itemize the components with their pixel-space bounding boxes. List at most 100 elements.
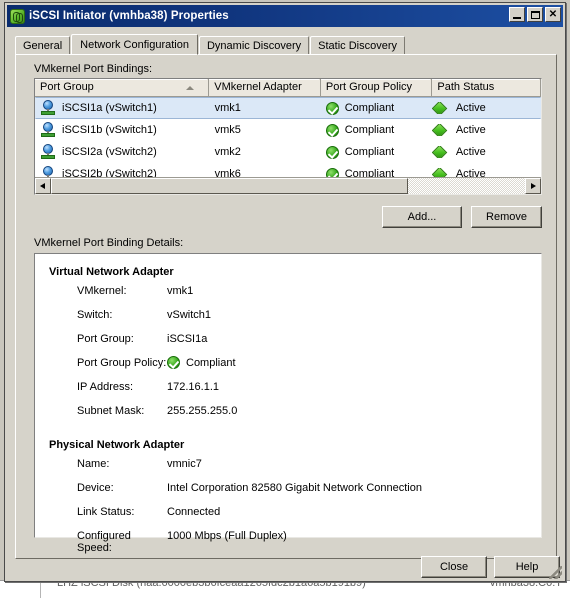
- column-header-vmkernel-adapter[interactable]: VMkernel Adapter: [209, 79, 321, 97]
- port-group-icon: [40, 100, 56, 116]
- cell-port-group: iSCSI1b (vSwitch1): [36, 122, 210, 138]
- detail-value-vmkernel: vmk1: [167, 285, 194, 297]
- column-header-path-status[interactable]: Path Status: [432, 79, 541, 97]
- detail-label-port-group: Port Group:: [77, 333, 134, 345]
- cell-port-group: iSCSI2a (vSwitch2): [36, 144, 210, 160]
- tab-dynamic-discovery[interactable]: Dynamic Discovery: [198, 36, 310, 54]
- table-header-row: Port Group VMkernel Adapter Port Group P…: [35, 79, 541, 97]
- detail-label-device: Device:: [77, 482, 114, 494]
- active-diamond-icon: [432, 146, 448, 158]
- sort-ascending-icon: [186, 86, 195, 90]
- detail-value-link-status: Connected: [167, 506, 221, 518]
- close-dialog-button[interactable]: Close: [421, 556, 487, 578]
- detail-row-port-group-policy: Port Group Policy: Compliant: [35, 356, 541, 381]
- minimize-icon: [513, 17, 521, 19]
- cell-vmkernel-adapter: vmk1: [214, 102, 241, 114]
- minimize-button[interactable]: [509, 7, 525, 22]
- background-clipped-row: LHZ iSCSI Disk (naa.6000eb3b6fceaa1265fd…: [0, 580, 570, 598]
- detail-value-name: vmnic7: [167, 458, 202, 470]
- tab-network-configuration[interactable]: Network Configuration: [71, 34, 198, 55]
- table-row[interactable]: iSCSI2a (vSwitch2) vmk2 Compliant Active: [35, 141, 541, 163]
- detail-label-port-group-policy: Port Group Policy:: [77, 357, 167, 369]
- cell-port-group-policy: Compliant: [321, 123, 432, 137]
- detail-label-configured-speed: Configured Speed:: [77, 530, 131, 554]
- detail-label-vmkernel: VMkernel:: [77, 285, 127, 297]
- port-group-icon: [40, 122, 56, 138]
- detail-value-port-group-policy: Compliant: [167, 356, 236, 369]
- cell-path-status-label: Active: [455, 124, 486, 136]
- chevron-left-icon: [40, 183, 45, 189]
- window-title: iSCSI Initiator (vmhba38) Properties: [29, 10, 229, 22]
- column-header-port-group-label: Port Group: [40, 81, 94, 93]
- scrollbar-track[interactable]: [408, 178, 525, 194]
- detail-value-port-group: iSCSI1a: [167, 333, 208, 345]
- maximize-icon: [531, 11, 540, 19]
- cell-port-group-label: iSCSI1a (vSwitch1): [62, 102, 157, 114]
- table-horizontal-scrollbar[interactable]: [35, 177, 541, 194]
- table-row[interactable]: iSCSI1a (vSwitch1) vmk1 Compliant Active: [35, 97, 541, 119]
- cell-port-group-policy-label: Compliant: [344, 146, 395, 158]
- compliant-check-icon: [325, 145, 339, 159]
- tab-static-discovery[interactable]: Static Discovery: [310, 36, 405, 54]
- compliant-check-icon: [167, 356, 180, 369]
- table-row[interactable]: iSCSI1b (vSwitch1) vmk5 Compliant Active: [35, 119, 541, 141]
- detail-value-device: Intel Corporation 82580 Gigabit Network …: [167, 482, 422, 494]
- compliant-check-icon: [325, 123, 339, 137]
- close-button[interactable]: ✕: [545, 7, 561, 22]
- column-header-port-group[interactable]: Port Group: [35, 79, 210, 97]
- cell-path-status: Active: [432, 102, 540, 114]
- detail-row-port-group: Port Group: iSCSI1a: [35, 333, 541, 357]
- detail-label-name: Name:: [77, 458, 110, 470]
- port-binding-details-panel: Virtual Network Adapter VMkernel: vmk1 S…: [34, 253, 542, 554]
- detail-row-vmkernel: VMkernel: vmk1: [35, 285, 541, 309]
- compliant-check-icon: [325, 101, 339, 115]
- iscsi-initiator-properties-dialog: iSCSI Initiator (vmhba38) Properties ✕ G…: [4, 2, 566, 582]
- detail-row-link-status: Link Status: Connected: [35, 506, 541, 530]
- cell-port-group-policy-label: Compliant: [344, 102, 395, 114]
- detail-label-switch: Switch:: [77, 309, 113, 321]
- window-controls: ✕: [509, 7, 561, 22]
- cell-vmkernel-adapter: vmk2: [214, 146, 241, 158]
- resize-grip[interactable]: [549, 566, 562, 579]
- column-header-port-group-policy[interactable]: Port Group Policy: [320, 79, 433, 97]
- iscsi-chain-icon: [10, 8, 25, 24]
- scroll-right-button[interactable]: [525, 178, 541, 194]
- cell-port-group-label: iSCSI1b (vSwitch1): [62, 124, 157, 136]
- scroll-left-button[interactable]: [35, 178, 51, 194]
- network-configuration-panel: VMkernel Port Bindings: Port Group VMker…: [15, 54, 557, 559]
- maximize-button[interactable]: [527, 7, 543, 22]
- port-group-icon: [40, 144, 56, 160]
- scrollbar-thumb[interactable]: [51, 178, 408, 194]
- cell-path-status: Active: [432, 124, 540, 136]
- detail-row-subnet-mask: Subnet Mask: 255.255.255.0: [35, 405, 541, 429]
- detail-value-subnet-mask: 255.255.255.0: [167, 405, 238, 417]
- detail-row-switch: Switch: vSwitch1: [35, 309, 541, 333]
- active-diamond-icon: [432, 102, 448, 114]
- detail-value-ip-address: 172.16.1.1: [167, 381, 219, 393]
- remove-button[interactable]: Remove: [471, 206, 542, 228]
- active-diamond-icon: [432, 124, 448, 136]
- cell-path-status-label: Active: [455, 102, 486, 114]
- cell-path-status-label: Active: [455, 146, 486, 158]
- detail-label-link-status: Link Status:: [77, 506, 135, 518]
- chevron-right-icon: [531, 183, 536, 189]
- detail-value-port-group-policy-label: Compliant: [186, 357, 236, 369]
- title-bar[interactable]: iSCSI Initiator (vmhba38) Properties ✕: [7, 5, 563, 27]
- detail-row-name: Name: vmnic7: [35, 458, 541, 482]
- tab-strip: General Network Configuration Dynamic Di…: [15, 33, 557, 55]
- physical-network-adapter-title: Physical Network Adapter: [49, 439, 185, 451]
- cell-port-group-policy: Compliant: [321, 145, 432, 159]
- detail-row-ip-address: IP Address: 172.16.1.1: [35, 381, 541, 405]
- vmkernel-port-binding-details-label: VMkernel Port Binding Details:: [34, 237, 184, 249]
- background-divider: [40, 581, 41, 598]
- vmkernel-port-bindings-label: VMkernel Port Bindings:: [34, 63, 152, 75]
- detail-label-ip-address: IP Address:: [77, 381, 134, 393]
- cell-path-status: Active: [432, 146, 540, 158]
- tab-general[interactable]: General: [15, 36, 71, 54]
- detail-row-device: Device: Intel Corporation 82580 Gigabit …: [35, 482, 541, 506]
- add-button[interactable]: Add...: [382, 206, 462, 228]
- virtual-network-adapter-title: Virtual Network Adapter: [49, 266, 174, 278]
- cell-port-group: iSCSI1a (vSwitch1): [36, 100, 210, 116]
- detail-label-subnet-mask: Subnet Mask:: [77, 405, 145, 417]
- vmkernel-port-bindings-table[interactable]: Port Group VMkernel Adapter Port Group P…: [34, 78, 542, 195]
